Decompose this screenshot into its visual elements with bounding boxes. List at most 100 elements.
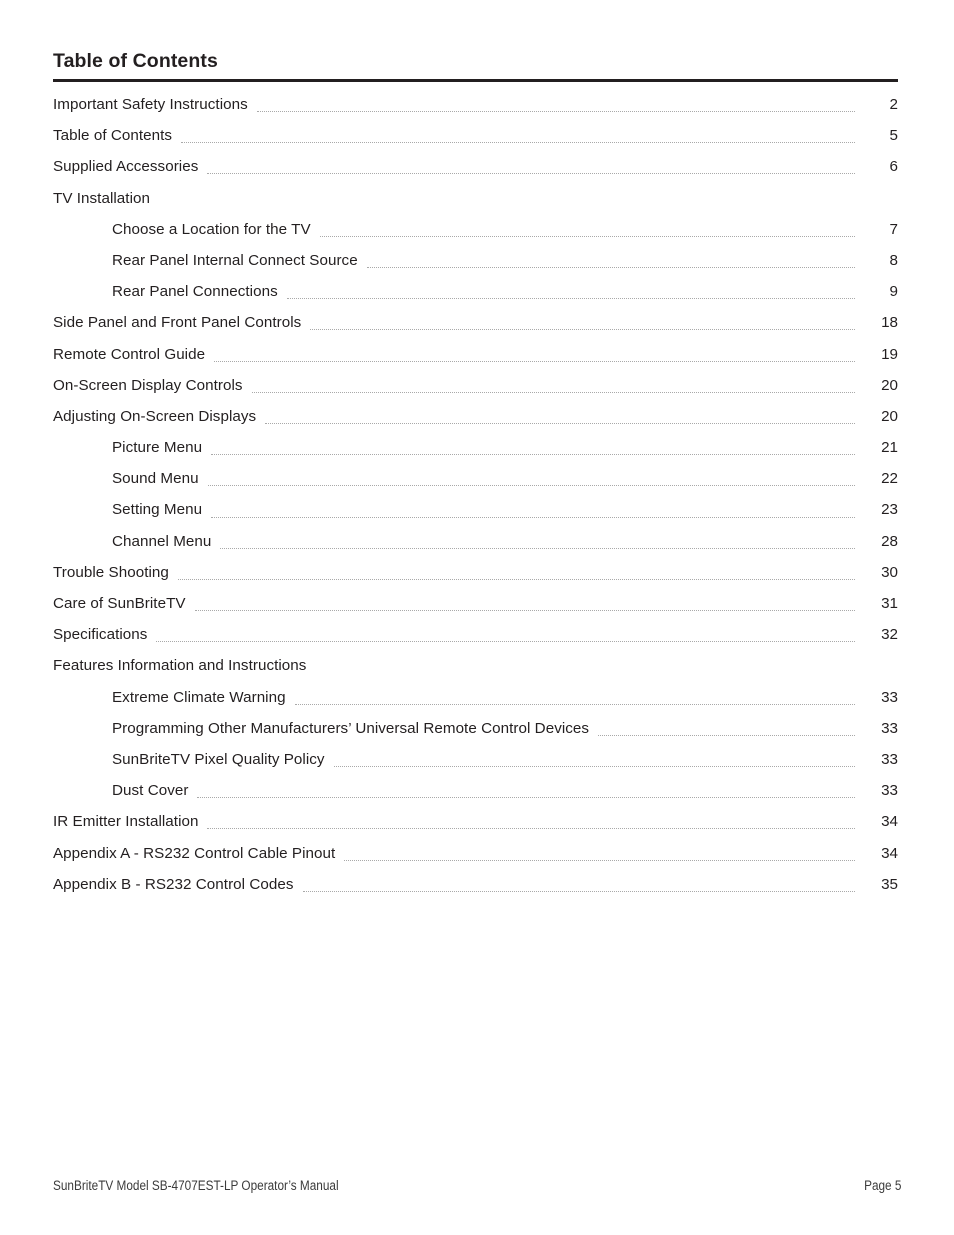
toc-entry[interactable]: Important Safety Instructions 2: [53, 96, 898, 127]
toc-entry-label: Side Panel and Front Panel Controls: [53, 314, 302, 332]
page-title: Table of Contents: [53, 50, 218, 72]
toc-entry-page-number: 30: [881, 563, 898, 581]
toc-dot-leader: [310, 329, 855, 331]
toc-dot-leader: [177, 578, 855, 580]
toc-entry-label: Choose a Location for the TV: [112, 220, 311, 238]
toc-entry[interactable]: Care of SunBriteTV 31: [53, 595, 898, 626]
header-divider: [53, 79, 898, 82]
footer-document-title: SunBriteTV Model SB-4707EST-LP Operator’…: [53, 1178, 339, 1193]
toc-entry-label: Table of Contents: [53, 127, 173, 145]
toc-dot-leader: [302, 890, 855, 892]
toc-dot-leader: [214, 360, 855, 362]
toc-entry-page-number: 5: [889, 127, 898, 145]
toc-entry[interactable]: Adjusting On-Screen Displays 20: [53, 408, 898, 439]
toc-entry-page-number: 33: [881, 719, 898, 737]
toc-entry-page-number: 33: [881, 688, 898, 706]
toc-dot-leader: [265, 422, 855, 424]
toc-entry[interactable]: IR Emitter Installation 34: [53, 813, 898, 844]
toc-dot-leader: [159, 205, 855, 206]
document-page: Table of Contents Important Safety Instr…: [0, 0, 954, 1235]
toc-entry-page-number: 23: [881, 501, 898, 519]
toc-entry-page-number: 9: [889, 283, 898, 301]
toc-entry-label: Supplied Accessories: [53, 158, 199, 176]
toc-entry-label: Extreme Climate Warning: [112, 688, 286, 706]
toc-entry[interactable]: Extreme Climate Warning 33: [53, 689, 898, 720]
toc-entry-label: Appendix A - RS232 Control Cable Pinout: [53, 844, 336, 862]
page-footer: SunBriteTV Model SB-4707EST-LP Operator’…: [53, 1178, 901, 1193]
toc-entry-label: Adjusting On-Screen Displays: [53, 407, 257, 425]
toc-entry[interactable]: Remote Control Guide 19: [53, 346, 898, 377]
toc-dot-leader: [366, 267, 855, 269]
toc-entry[interactable]: Supplied Accessories 6: [53, 158, 898, 189]
toc-entry-page-number: 7: [889, 220, 898, 238]
toc-entry-label: Programming Other Manufacturers’ Univers…: [112, 719, 590, 737]
toc-entry-page-number: 18: [881, 314, 898, 332]
toc-entry[interactable]: Specifications 32: [53, 626, 898, 657]
toc-entry[interactable]: Dust Cover 33: [53, 782, 898, 813]
toc-entry[interactable]: SunBriteTV Pixel Quality Policy 33: [53, 751, 898, 782]
toc-entry-page-number: 32: [881, 626, 898, 644]
toc-dot-leader: [207, 173, 855, 175]
toc-entry[interactable]: Appendix A - RS232 Control Cable Pinout 3…: [53, 845, 898, 876]
toc-entry[interactable]: Channel Menu 28: [53, 533, 898, 564]
toc-dot-leader: [294, 703, 855, 705]
toc-dot-leader: [207, 828, 855, 830]
toc-entry-label: Remote Control Guide: [53, 345, 206, 363]
toc-entry-label: On-Screen Display Controls: [53, 376, 243, 394]
toc-dot-leader: [251, 391, 855, 393]
footer-page-number: Page 5: [863, 1178, 901, 1193]
toc-entry-label: Rear Panel Internal Connect Source: [112, 251, 358, 269]
toc-entry[interactable]: Programming Other Manufacturers’ Univers…: [53, 720, 898, 751]
toc-entry[interactable]: Appendix B - RS232 Control Codes 35: [53, 876, 898, 907]
table-of-contents-list: Important Safety Instructions 2 Table of C…: [53, 96, 898, 907]
toc-entry[interactable]: Trouble Shooting 30: [53, 564, 898, 595]
toc-dot-leader: [333, 766, 855, 768]
toc-dot-leader: [181, 142, 855, 144]
toc-entry-label: SunBriteTV Pixel Quality Policy: [112, 750, 325, 768]
toc-entry[interactable]: TV Installation: [53, 190, 898, 221]
toc-entry-label: Channel Menu: [112, 532, 212, 550]
toc-entry[interactable]: On-Screen Display Controls 20: [53, 377, 898, 408]
toc-dot-leader: [211, 454, 855, 456]
toc-entry[interactable]: Rear Panel Internal Connect Source 8: [53, 252, 898, 283]
toc-entry-page-number: 31: [881, 595, 898, 612]
toc-entry-page-number: 8: [889, 251, 898, 269]
toc-entry-label: Important Safety Instructions: [53, 96, 248, 113]
toc-dot-leader: [194, 610, 855, 612]
toc-entry-page-number: 33: [881, 750, 898, 768]
toc-entry-label: Features Information and Instructions: [53, 657, 307, 675]
toc-entry[interactable]: Side Panel and Front Panel Controls 18: [53, 314, 898, 345]
toc-entry-label: TV Installation: [53, 189, 150, 207]
toc-dot-leader: [319, 235, 855, 237]
toc-entry[interactable]: Table of Contents 5: [53, 127, 898, 158]
toc-entry[interactable]: Setting Menu 23: [53, 501, 898, 532]
toc-entry-page-number: 2: [889, 96, 898, 113]
toc-entry[interactable]: Choose a Location for the TV 7: [53, 221, 898, 252]
toc-entry-page-number: 28: [881, 532, 898, 550]
toc-dot-leader: [220, 547, 855, 549]
toc-dot-leader: [156, 641, 855, 643]
toc-entry-label: Appendix B - RS232 Control Codes: [53, 875, 294, 893]
toc-entry-page-number: 19: [881, 345, 898, 363]
toc-entry[interactable]: Sound Menu 22: [53, 470, 898, 501]
toc-dot-leader: [256, 111, 855, 113]
toc-dot-leader: [344, 859, 855, 861]
toc-entry-page-number: 22: [881, 470, 898, 488]
toc-entry-label: Picture Menu: [112, 439, 203, 457]
toc-entry-page-number: 33: [881, 782, 898, 800]
toc-dot-leader: [286, 298, 855, 300]
toc-entry[interactable]: Picture Menu 21: [53, 439, 898, 470]
toc-dot-leader: [211, 516, 855, 518]
toc-dot-leader: [207, 485, 855, 487]
toc-entry-label: Care of SunBriteTV: [53, 595, 186, 612]
toc-entry[interactable]: Features Information and Instructions: [53, 657, 898, 688]
toc-entry-label: Rear Panel Connections: [112, 283, 278, 301]
toc-entry-page-number: 34: [881, 844, 898, 862]
toc-dot-leader: [315, 672, 855, 673]
toc-entry-page-number: 20: [881, 376, 898, 394]
toc-entry-page-number: 6: [889, 158, 898, 176]
toc-entry[interactable]: Rear Panel Connections 9: [53, 283, 898, 314]
toc-entry-page-number: 21: [881, 439, 898, 457]
toc-entry-label: Dust Cover: [112, 782, 189, 800]
toc-entry-page-number: 20: [881, 407, 898, 425]
